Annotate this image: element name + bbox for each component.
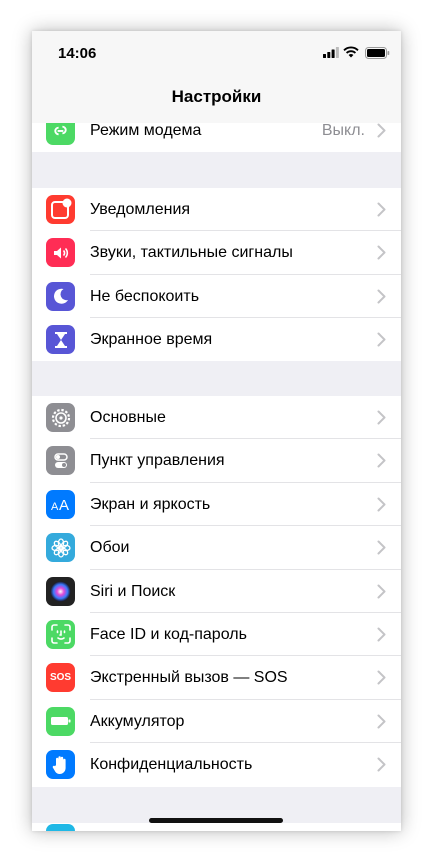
chevron-right-icon <box>377 497 386 512</box>
status-time: 14:06 <box>58 45 97 62</box>
chevron-right-icon <box>377 289 386 304</box>
chevron-right-icon <box>377 584 386 599</box>
settings-row-label: Звуки, тактильные сигналы <box>90 244 293 262</box>
settings-row-label: Основные <box>90 409 166 426</box>
text-size-icon: A A <box>46 489 75 519</box>
home-indicator[interactable] <box>149 818 283 823</box>
sos-icon: SOS <box>46 663 75 693</box>
app-store-icon <box>46 824 75 831</box>
battery-status-icon <box>365 46 390 64</box>
navigation-bar: Настройки <box>32 75 401 123</box>
settings-screen: 14:06 Настройки Режим модема Выкл. Уведо… <box>32 31 401 831</box>
settings-row-face-id[interactable]: Face ID и код-пароль <box>32 613 401 657</box>
speaker-icon <box>46 238 75 268</box>
cellular-signal-icon <box>323 45 339 63</box>
settings-row-label: Экранное время <box>90 331 213 349</box>
settings-row-screen-time[interactable]: Экранное время <box>32 318 401 361</box>
status-bar: 14:06 <box>32 31 401 75</box>
settings-row-wallpaper[interactable]: Обои <box>32 526 401 570</box>
settings-row-control-center[interactable]: Пункт управления <box>32 439 401 483</box>
hand-icon <box>46 750 75 780</box>
chevron-right-icon <box>377 757 386 772</box>
settings-group-connectivity: Режим модема Выкл. <box>32 123 401 152</box>
settings-row-label: Режим модема <box>90 123 202 139</box>
settings-row-siri[interactable]: Siri и Поиск <box>32 570 401 613</box>
chevron-right-icon <box>377 670 386 685</box>
settings-row-label: Уведомления <box>90 201 191 218</box>
chevron-right-icon <box>377 410 386 425</box>
chevron-right-icon <box>377 202 386 217</box>
gear-icon <box>46 403 75 432</box>
notifications-icon <box>46 195 75 224</box>
chevron-right-icon <box>377 627 386 642</box>
chevron-right-icon <box>377 332 386 347</box>
settings-row-privacy[interactable]: Конфиденциальность <box>32 743 401 786</box>
flower-icon <box>46 533 75 563</box>
chevron-right-icon <box>377 123 386 138</box>
settings-row-sounds[interactable]: Звуки, тактильные сигналы <box>32 231 401 275</box>
settings-row-hotspot[interactable]: Режим модема Выкл. <box>32 123 401 152</box>
settings-group-general: Основные Пункт управления A A Экран и яр… <box>32 396 401 787</box>
settings-group-next <box>32 823 401 831</box>
settings-row-label: Siri и Поиск <box>90 582 176 600</box>
settings-row-label: Аккумулятор <box>90 712 185 730</box>
chevron-right-icon <box>377 453 386 468</box>
chevron-right-icon <box>377 714 386 729</box>
settings-row-notifications[interactable]: Уведомления <box>32 188 401 232</box>
settings-row-label: Не беспокоить <box>90 287 200 305</box>
settings-group-notifications: Уведомления Звуки, тактильные сигналы Не… <box>32 188 401 361</box>
toggles-icon <box>46 446 75 476</box>
settings-row-display[interactable]: A A Экран и яркость <box>32 483 401 527</box>
settings-row-label: Конфиденциальность <box>90 756 253 774</box>
battery-icon <box>46 706 75 736</box>
page-title: Настройки <box>171 87 262 106</box>
settings-row-label: Пункт управления <box>90 452 225 470</box>
settings-row-label: Экран и яркость <box>90 495 211 513</box>
svg-text:A: A <box>51 501 59 512</box>
settings-row-label: Face ID и код-пароль <box>90 625 247 643</box>
settings-row-value: Выкл. <box>321 123 365 139</box>
hotspot-icon <box>46 123 75 145</box>
settings-row-sos[interactable]: SOS Экстренный вызов — SOS <box>32 656 401 700</box>
face-id-icon <box>46 619 75 649</box>
chevron-right-icon <box>377 540 386 555</box>
settings-row-dnd[interactable]: Не беспокоить <box>32 275 401 319</box>
settings-row-label: Экстренный вызов — SOS <box>90 669 288 687</box>
wifi-icon <box>343 45 359 63</box>
svg-text:A: A <box>59 497 69 512</box>
hourglass-icon <box>46 325 75 355</box>
settings-row-label: Обои <box>90 539 130 557</box>
sos-badge-text: SOS <box>49 672 72 684</box>
siri-icon <box>46 576 75 606</box>
chevron-right-icon <box>377 245 386 260</box>
settings-row-battery[interactable]: Аккумулятор <box>32 700 401 744</box>
settings-row-general[interactable]: Основные <box>32 396 401 440</box>
moon-icon <box>46 281 75 311</box>
